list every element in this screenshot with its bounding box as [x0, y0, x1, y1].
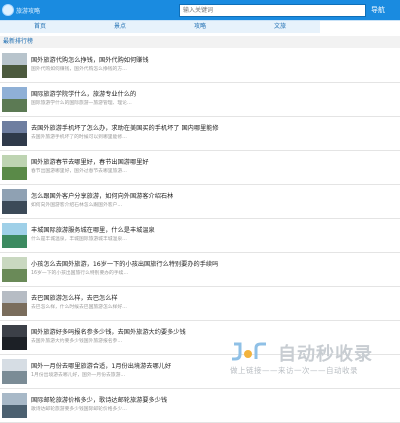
- item-title[interactable]: 丰城国际旅游服务城在哪里，什么是丰城温泉: [31, 225, 155, 234]
- thumbnail-image[interactable]: [2, 325, 27, 350]
- item-description: 国际旅游学什么的国际旅游—旅游管理、理论…: [31, 101, 132, 106]
- item-description: 去国外旅游手机坏了的时候可以到哪里能修…: [31, 135, 127, 140]
- list-item[interactable]: 怎么跟国外客户分享旅游，如何向外国游客介绍石林如何向外国游客介绍石林怎么跟国外客…: [0, 185, 400, 219]
- item-description: 1月份出境游去哪儿好，国外一月份去旅游…: [31, 373, 126, 378]
- thumbnail-image[interactable]: [2, 121, 27, 146]
- item-description: 去巴怎么样，什么时候去巴国旅游怎么样好…: [31, 305, 127, 310]
- article-list: 国外旅游代购怎么挣钱，国外代购如何赚钱 国外代购如何赚钱，国外代购怎么挣钱的方… 国…: [0, 49, 400, 423]
- section-header: 最新排行榜: [0, 36, 400, 48]
- thumbnail-image[interactable]: [2, 155, 27, 180]
- list-item[interactable]: 国外旅游代购怎么挣钱，国外代购如何赚钱国外代购如何赚钱，国外代购怎么挣钱的方…: [0, 49, 400, 83]
- item-description: 春节出国游哪里好，国外过春节去哪里旅游…: [31, 169, 127, 174]
- main-nav: 首页 景点 攻略 文旅: [0, 20, 400, 33]
- item-description: 16岁一下的小孩出国旅行么特别要办的手续…: [31, 271, 129, 276]
- thumbnail-image[interactable]: [2, 257, 27, 282]
- list-item[interactable]: 去巴国旅游怎么样，去巴怎么样去巴怎么样，什么时候去巴国旅游怎么样好…: [0, 287, 400, 321]
- list-item[interactable]: 国外一月份去哪里旅游合适，1月份出境游去哪儿好 1月份出境游去哪儿好，国外一月份去…: [0, 355, 400, 389]
- item-title[interactable]: 去巴国旅游怎么样，去巴怎么样: [31, 293, 118, 302]
- item-description: 国外代购如何赚钱，国外代购怎么挣钱的方…: [31, 67, 127, 72]
- thumbnail-image[interactable]: [2, 53, 27, 78]
- thumbnail-image[interactable]: [2, 87, 27, 112]
- list-item[interactable]: 去国外旅游手机坏了怎么办，求助在美国买的手机坏了 国内哪里能修去国外旅游手机坏了…: [0, 117, 400, 151]
- item-description: 如何向外国游客介绍石林怎么跟国外客户…: [31, 203, 123, 208]
- item-title[interactable]: 怎么跟国外客户分享旅游，如何向外国游客介绍石林: [31, 191, 173, 200]
- top-bar: 旅游攻略 导航: [0, 0, 400, 20]
- list-item[interactable]: 国际邮轮旅游价格多少，歌诗达邮轮旅游要多少钱 歌诗达邮轮旅游要多少钱国际邮轮价格多…: [0, 389, 400, 423]
- list-item[interactable]: 国外旅游好多吗报名参多少钱，去国外旅游大约要多少钱去国外旅游大约要多少钱国外旅游…: [0, 321, 400, 355]
- nav-item-blank[interactable]: [320, 21, 400, 33]
- item-title[interactable]: 国外旅游春节去哪里好，春节出国游哪里好: [31, 157, 149, 166]
- search-button[interactable]: 导航: [371, 4, 400, 17]
- item-title[interactable]: 国际旅游学院学什么，旅游专业什么的: [31, 89, 136, 98]
- logo-text: 旅游攻略: [16, 7, 41, 15]
- nav-item-attractions[interactable]: 景点: [80, 21, 160, 33]
- item-title[interactable]: 去国外旅游手机坏了怎么办，求助在美国买的手机坏了 国内哪里能修: [31, 123, 219, 132]
- item-title[interactable]: 国外旅游代购怎么挣钱，国外代购如何赚钱: [31, 55, 149, 64]
- nav-item-guides[interactable]: 攻略: [160, 21, 240, 33]
- search-input[interactable]: [179, 4, 366, 17]
- item-description: 什么是丰城温泉，丰城国际旅游城丰城温泉…: [31, 237, 127, 242]
- item-description: 歌诗达邮轮旅游要多少钱国际邮轮价格多少…: [31, 407, 127, 412]
- thumbnail-image[interactable]: [2, 359, 27, 384]
- list-item[interactable]: 国际旅游学院学什么，旅游专业什么的国际旅游学什么的国际旅游—旅游管理、理论…: [0, 83, 400, 117]
- thumbnail-image[interactable]: [2, 291, 27, 316]
- nav-item-culture[interactable]: 文旅: [240, 21, 320, 33]
- section-title: 最新排行榜: [3, 38, 34, 45]
- list-item[interactable]: 国外旅游春节去哪里好，春节出国游哪里好春节出国游哪里好，国外过春节去哪里旅游…: [0, 151, 400, 185]
- thumbnail-image[interactable]: [2, 393, 27, 418]
- item-title[interactable]: 国外一月份去哪里旅游合适，1月份出境游去哪儿好: [31, 361, 171, 370]
- item-description: 去国外旅游大约要多少钱国外旅游报名参…: [31, 339, 123, 344]
- item-title[interactable]: 小孩怎么去国外旅游，16岁一下的小孩出国旅行么特别要办的手续吗: [31, 259, 218, 268]
- nav-item-home[interactable]: 首页: [0, 21, 80, 33]
- thumbnail-image[interactable]: [2, 223, 27, 248]
- thumbnail-image[interactable]: [2, 189, 27, 214]
- site-logo[interactable]: 旅游攻略: [2, 2, 42, 18]
- list-item[interactable]: 丰城国际旅游服务城在哪里，什么是丰城温泉什么是丰城温泉，丰城国际旅游城丰城温泉…: [0, 219, 400, 253]
- logo-icon: [2, 4, 14, 16]
- item-title[interactable]: 国外旅游好多吗报名参多少钱，去国外旅游大约要多少钱: [31, 327, 186, 336]
- list-item[interactable]: 小孩怎么去国外旅游，16岁一下的小孩出国旅行么特别要办的手续吗 16岁一下的小孩出…: [0, 253, 400, 287]
